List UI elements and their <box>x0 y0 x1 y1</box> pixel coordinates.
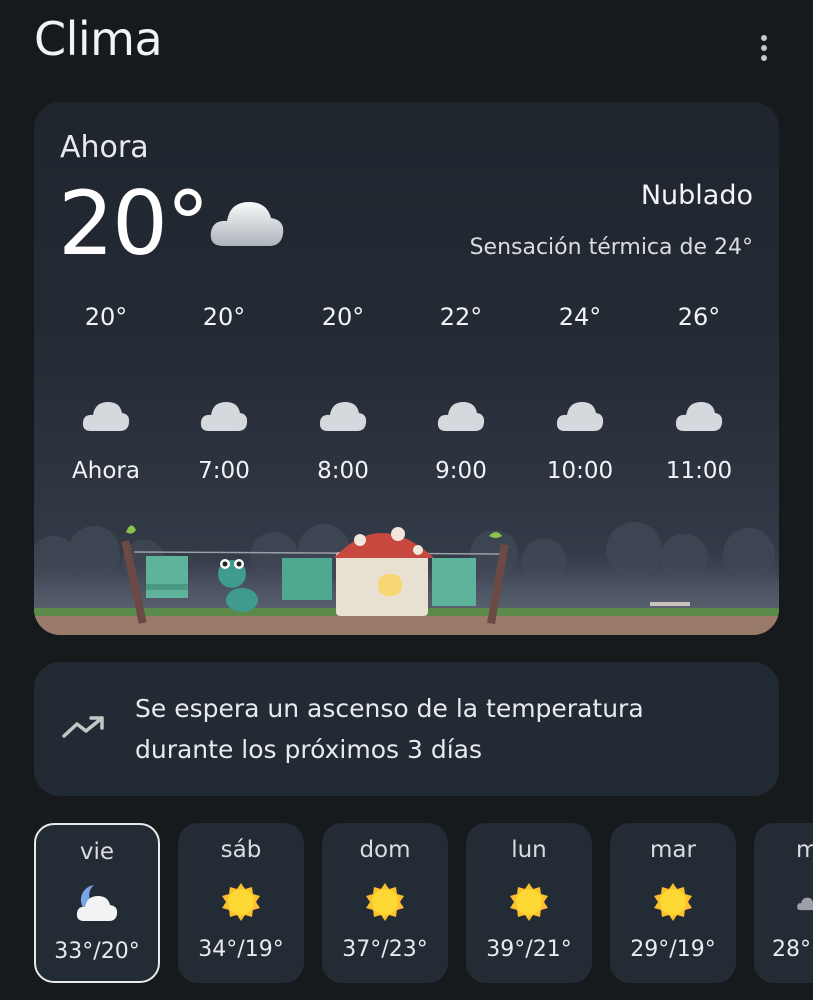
hourly-item: 20° 8:00 <box>283 302 403 484</box>
dot-icon <box>761 35 767 41</box>
current-temperature: 20° <box>58 172 210 275</box>
hourly-temp: 20° <box>84 303 128 331</box>
cloud-icon <box>401 398 521 438</box>
sun-icon <box>610 881 736 923</box>
hourly-item: 22° 9:00 <box>401 302 521 484</box>
trending-up-icon <box>62 714 106 744</box>
day-name: m <box>796 837 813 863</box>
hourly-time: 11:00 <box>665 458 733 484</box>
cloud-icon <box>520 398 640 438</box>
day-card-mar[interactable]: mar 29°/19° <box>610 823 736 983</box>
hourly-temp: 20° <box>321 303 365 331</box>
cloud-icon <box>46 398 166 438</box>
dot-icon <box>761 55 767 61</box>
dot-icon <box>761 45 767 51</box>
temperature-insight-card[interactable]: Se espera un ascenso de la temperatura d… <box>34 662 779 796</box>
hourly-temp: 26° <box>677 303 721 331</box>
day-card-partial[interactable]: m 28° <box>754 823 813 983</box>
cloud-icon <box>209 194 285 252</box>
day-card-dom[interactable]: dom 37°/23° <box>322 823 448 983</box>
moon-cloud-icon <box>36 883 158 923</box>
hourly-item: 20° 7:00 <box>164 302 284 484</box>
hourly-time: 7:00 <box>198 458 250 484</box>
sun-icon <box>322 881 448 923</box>
sun-icon <box>178 881 304 923</box>
day-card-vie[interactable]: vie 33°/20° <box>34 823 160 983</box>
hourly-item: 20° Ahora <box>46 302 166 484</box>
day-name: lun <box>511 837 547 863</box>
day-card-sab[interactable]: sáb 34°/19° <box>178 823 304 983</box>
hourly-time: 10:00 <box>546 458 614 484</box>
insight-text: Se espera un ascenso de la temperatura d… <box>135 694 644 764</box>
hourly-temp: 24° <box>558 303 602 331</box>
hourly-temp: 22° <box>439 303 483 331</box>
day-name: mar <box>650 837 696 863</box>
day-name: dom <box>359 837 411 863</box>
cloud-icon <box>639 398 759 438</box>
condition-text: Nublado <box>640 180 753 211</box>
now-label: Ahora <box>60 130 149 165</box>
day-range: 39°/21° <box>486 937 572 962</box>
day-card-lun[interactable]: lun 39°/21° <box>466 823 592 983</box>
day-name: vie <box>79 839 115 865</box>
weather-illustration <box>34 510 779 635</box>
hourly-temp: 20° <box>202 303 246 331</box>
cloud-icon <box>283 398 403 438</box>
day-range: 37°/23° <box>342 937 428 962</box>
hourly-time: 9:00 <box>435 458 487 484</box>
hourly-item: 26° 11:00 <box>639 302 759 484</box>
day-range: 28° <box>772 937 811 962</box>
app-title: Clima <box>34 12 163 66</box>
hourly-time: Ahora <box>72 458 140 484</box>
feels-like-text: Sensación térmica de 24° <box>469 235 753 260</box>
hourly-item: 24° 10:00 <box>520 302 640 484</box>
current-conditions-card[interactable]: Ahora 20° Nublado Sensación térmica de 2… <box>34 102 779 635</box>
day-range: 29°/19° <box>630 937 716 962</box>
cloud-icon <box>796 881 813 921</box>
day-name: sáb <box>220 837 262 863</box>
day-range: 33°/20° <box>54 939 140 964</box>
hourly-time: 8:00 <box>317 458 369 484</box>
more-options-button[interactable] <box>744 28 784 68</box>
sun-icon <box>466 881 592 923</box>
day-range: 34°/19° <box>198 937 284 962</box>
cloud-icon <box>164 398 284 438</box>
